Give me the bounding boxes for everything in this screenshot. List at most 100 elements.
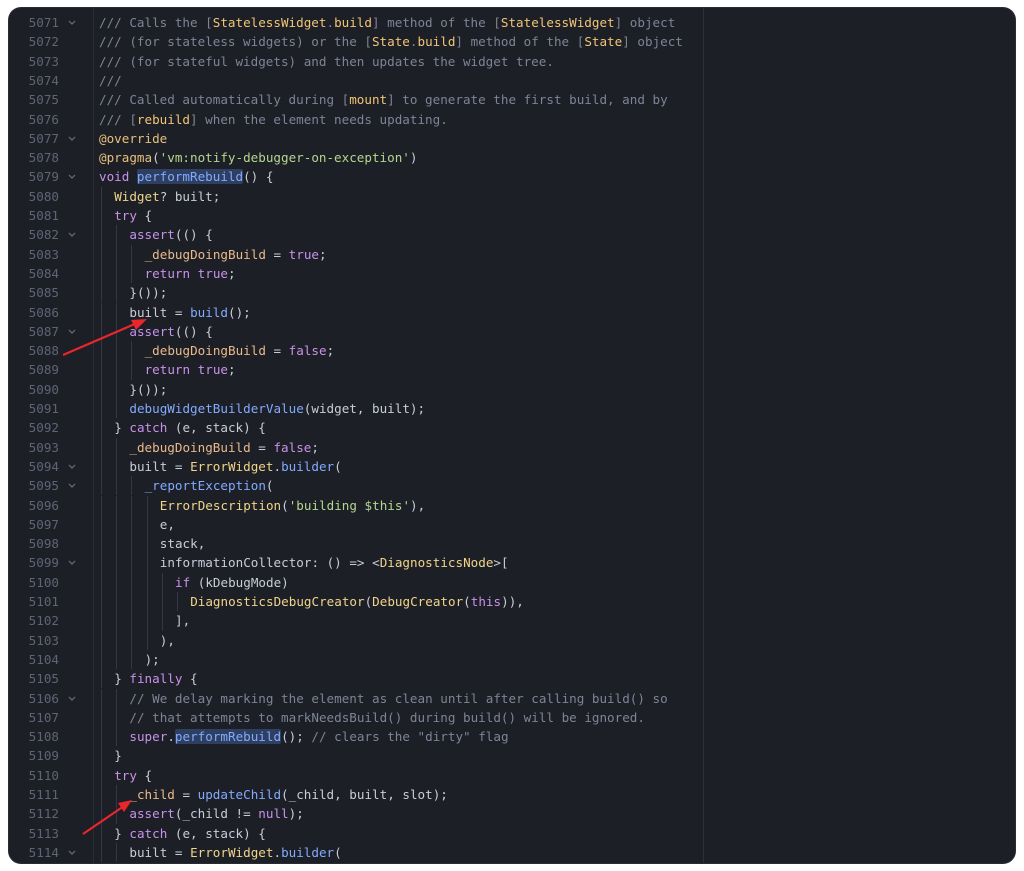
code-line[interactable]: 5081 try { — [9, 206, 1015, 226]
code-line[interactable]: 5103), — [9, 630, 1015, 650]
code-line[interactable]: 5080 Widget? built; — [9, 186, 1015, 206]
code-text[interactable]: built = ErrorWidget.builder( — [129, 843, 341, 862]
code-text[interactable]: _reportException( — [145, 476, 274, 495]
code-text[interactable]: Widget? built; — [114, 187, 220, 206]
code-text[interactable]: @pragma('vm:notify-debugger-on-exception… — [99, 148, 417, 167]
code-line[interactable]: 5100 if (kDebugMode) — [9, 572, 1015, 592]
indent-guide — [131, 341, 133, 361]
code-text[interactable]: }()); — [129, 380, 167, 399]
code-line[interactable]: 5082 assert(() { — [9, 225, 1015, 245]
code-text[interactable]: } catch (e, stack) { — [114, 418, 266, 437]
code-line[interactable]: 5074 /// — [9, 71, 1015, 90]
code-text[interactable]: return true; — [145, 264, 236, 283]
code-token: builder — [281, 844, 335, 860]
code-line[interactable]: 5076 /// [rebuild] when the element needs… — [9, 110, 1015, 129]
code-text[interactable]: /// (for stateful widgets) and then upda… — [99, 52, 554, 71]
code-text[interactable]: _debugDoingBuild = false; — [129, 438, 319, 457]
code-line[interactable]: 5073 /// (for stateful widgets) and then … — [9, 52, 1015, 71]
code-line[interactable]: 5089 return true; — [9, 360, 1015, 380]
code-line[interactable]: 5093 _debugDoingBuild = false; — [9, 437, 1015, 457]
code-line[interactable]: 5107 // that attempts to markNeedsBuild()… — [9, 707, 1015, 728]
code-line[interactable]: 5112 assert(_child != null); — [9, 804, 1015, 824]
code-text[interactable]: /// — [99, 71, 122, 90]
code-line[interactable]: 5109} — [9, 746, 1015, 766]
code-line[interactable]: 5077 @override — [9, 129, 1015, 148]
code-text[interactable]: /// (for stateless widgets) or the [Stat… — [99, 32, 683, 51]
code-line[interactable]: 5087 assert(() { — [9, 321, 1015, 342]
indent-guide — [101, 360, 102, 380]
code-line[interactable]: 5097 e, — [9, 514, 1015, 535]
code-text[interactable]: @override — [99, 129, 167, 148]
code-text[interactable]: _debugDoingBuild = true; — [145, 245, 327, 264]
code-text[interactable]: } — [114, 746, 122, 765]
code-line[interactable]: 5096 ErrorDescription('building $this'), — [9, 495, 1015, 515]
code-text[interactable]: if (kDebugMode) — [175, 573, 289, 592]
code-line[interactable]: 5091 debugWidgetBuilderValue(widget, buil… — [9, 399, 1015, 419]
code-line[interactable]: 5111 _child = updateChild(_child, built, … — [9, 785, 1015, 805]
code-line[interactable]: 5075 /// Called automatically during [mou… — [9, 90, 1015, 109]
code-text[interactable]: return true; — [145, 360, 236, 379]
code-text[interactable]: try { — [114, 766, 152, 785]
code-text[interactable]: ), — [160, 631, 175, 650]
code-token: ( — [334, 458, 342, 474]
code-line[interactable]: 5095 _reportException( — [9, 476, 1015, 496]
code-token: ; — [228, 362, 236, 378]
indent-guide — [131, 649, 133, 670]
code-text[interactable]: e, — [160, 515, 175, 534]
code-line[interactable]: 5106 // We delay marking the element as c… — [9, 688, 1015, 708]
chevron-down-icon[interactable] — [65, 843, 79, 863]
code-line[interactable]: 5086 built = build(); — [9, 302, 1015, 322]
code-token: assert — [129, 323, 175, 339]
code-text[interactable]: _debugDoingBuild = false; — [145, 341, 335, 360]
code-text[interactable]: /// Calls the [StatelessWidget.build] me… — [99, 13, 675, 32]
code-line[interactable]: 5072 /// (for stateless widgets) or the [… — [9, 32, 1015, 51]
code-text[interactable]: ErrorDescription('building $this'), — [160, 496, 425, 515]
code-text[interactable]: try { — [114, 206, 152, 225]
code-line[interactable]: 5104); — [9, 649, 1015, 670]
code-line[interactable]: 5110 try { — [9, 765, 1015, 785]
code-line[interactable]: 5092} catch (e, stack) { — [9, 418, 1015, 438]
code-line[interactable]: 5113} catch (e, stack) { — [9, 823, 1015, 843]
indent-guide — [116, 592, 118, 612]
code-line[interactable]: 5090}()); — [9, 379, 1015, 399]
code-line[interactable]: 5108 super.performRebuild(); // clears th… — [9, 727, 1015, 747]
code-line[interactable]: 5114 built = ErrorWidget.builder( — [9, 842, 1015, 863]
code-text[interactable]: ); — [145, 650, 160, 669]
code-text[interactable]: built = build(); — [129, 303, 250, 322]
code-text[interactable]: ], — [175, 611, 190, 630]
code-line[interactable]: 5079 void performRebuild() { — [9, 167, 1015, 186]
code-text[interactable]: assert(_child != null); — [129, 804, 303, 823]
code-text[interactable]: built = ErrorWidget.builder( — [129, 457, 341, 476]
code-line[interactable]: 5101 DiagnosticsDebugCreator (DebugCreator… — [9, 592, 1015, 612]
code-line[interactable]: 5098 stack, — [9, 534, 1015, 554]
code-text[interactable]: void performRebuild() { — [99, 167, 273, 186]
code-line[interactable]: 5102], — [9, 611, 1015, 631]
code-text[interactable]: debugWidgetBuilderValue(widget, built); — [129, 399, 425, 418]
code-line[interactable]: 5099 informationCollector: () => <Diagnos… — [9, 553, 1015, 573]
code-text[interactable]: /// [rebuild] when the element needs upd… — [99, 110, 448, 129]
code-line[interactable]: 5071/// Calls the [StatelessWidget.build… — [9, 13, 1015, 32]
code-text[interactable]: DiagnosticsDebugCreator(DebugCreator(thi… — [190, 592, 524, 611]
code-line[interactable]: 5083 _debugDoingBuild = true; — [9, 244, 1015, 264]
code-text[interactable]: }()); — [129, 283, 167, 302]
code-line[interactable]: 5088 _debugDoingBuild = false; — [9, 341, 1015, 361]
code-text[interactable]: _child = updateChild(_child, built, slot… — [129, 785, 447, 804]
code-line[interactable]: 5084 return true; — [9, 263, 1015, 284]
code-text[interactable]: informationCollector: () => <Diagnostics… — [160, 553, 509, 572]
code-text[interactable]: super.performRebuild(); // clears the "d… — [129, 727, 509, 746]
code-line[interactable]: 5105} finally { — [9, 669, 1015, 689]
code-text[interactable]: // that attempts to markNeedsBuild() dur… — [129, 708, 645, 727]
code-editor[interactable]: 5071/// Calls the [StatelessWidget.build… — [9, 8, 1015, 863]
code-text[interactable]: assert(() { — [129, 322, 212, 341]
code-text[interactable]: stack, — [160, 534, 206, 553]
code-text[interactable]: // We delay marking the element as clean… — [129, 689, 667, 708]
code-line[interactable]: 5094 built = ErrorWidget.builder( — [9, 456, 1015, 477]
code-text[interactable]: assert(() { — [129, 225, 212, 244]
code-line[interactable]: 5085}()); — [9, 283, 1015, 303]
line-number: 5108 — [28, 729, 59, 745]
code-text[interactable]: /// Called automatically during [mount] … — [99, 90, 668, 109]
line-number: 5084 — [28, 265, 59, 281]
code-text[interactable]: } catch (e, stack) { — [114, 824, 266, 843]
code-line[interactable]: 5078 @pragma('vm:notify-debugger-on-excep… — [9, 148, 1015, 167]
code-text[interactable]: } finally { — [114, 669, 197, 688]
